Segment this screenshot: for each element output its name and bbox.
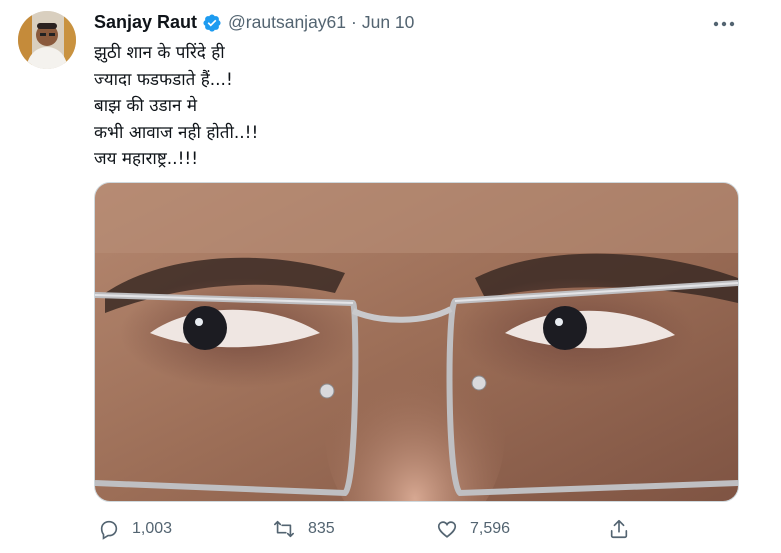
reply-button[interactable]: 1,003 xyxy=(98,518,172,540)
tweet-header: Sanjay Raut @rautsanjay61 · Jun 10 xyxy=(94,12,414,33)
tweet-text-line: कभी आवाज नही होती..!! xyxy=(94,122,259,143)
tweet-text-line: जय महाराष्ट्र..!!! xyxy=(94,149,199,169)
verified-badge-icon xyxy=(202,13,222,33)
more-horizontal-icon xyxy=(713,21,735,27)
retweet-button[interactable]: 835 xyxy=(272,518,335,540)
tweet-photo[interactable] xyxy=(94,182,739,502)
reply-icon xyxy=(100,520,118,540)
tweet-text-line: ज्यादा फडफडाते हैं...! xyxy=(94,69,233,90)
retweet-icon xyxy=(274,520,294,538)
retweet-count: 835 xyxy=(308,520,335,537)
tweet-text-line: झुठी शान के परिंदे ही xyxy=(94,43,225,63)
tweet-text: झुठी शान के परिंदे ही ज्यादा फडफडाते हैं… xyxy=(94,40,714,173)
share-button[interactable] xyxy=(608,518,630,540)
author-name[interactable]: Sanjay Raut xyxy=(94,12,197,33)
author-handle[interactable]: @rautsanjay61 xyxy=(228,12,346,33)
photo-eyes-glasses xyxy=(95,183,738,501)
author-avatar[interactable] xyxy=(18,11,76,69)
tweet-date[interactable]: Jun 10 xyxy=(362,12,415,33)
reply-count: 1,003 xyxy=(132,520,173,537)
avatar-image xyxy=(18,11,76,69)
tweet-actions: 1,003 835 7,596 xyxy=(94,518,654,548)
more-options-button[interactable] xyxy=(708,12,740,36)
like-count: 7,596 xyxy=(470,520,511,537)
heart-icon xyxy=(437,521,457,538)
header-separator: · xyxy=(351,12,357,32)
like-button[interactable]: 7,596 xyxy=(436,518,510,540)
share-icon xyxy=(610,519,628,539)
tweet-text-line: बाझ की उडान मे xyxy=(94,96,198,116)
